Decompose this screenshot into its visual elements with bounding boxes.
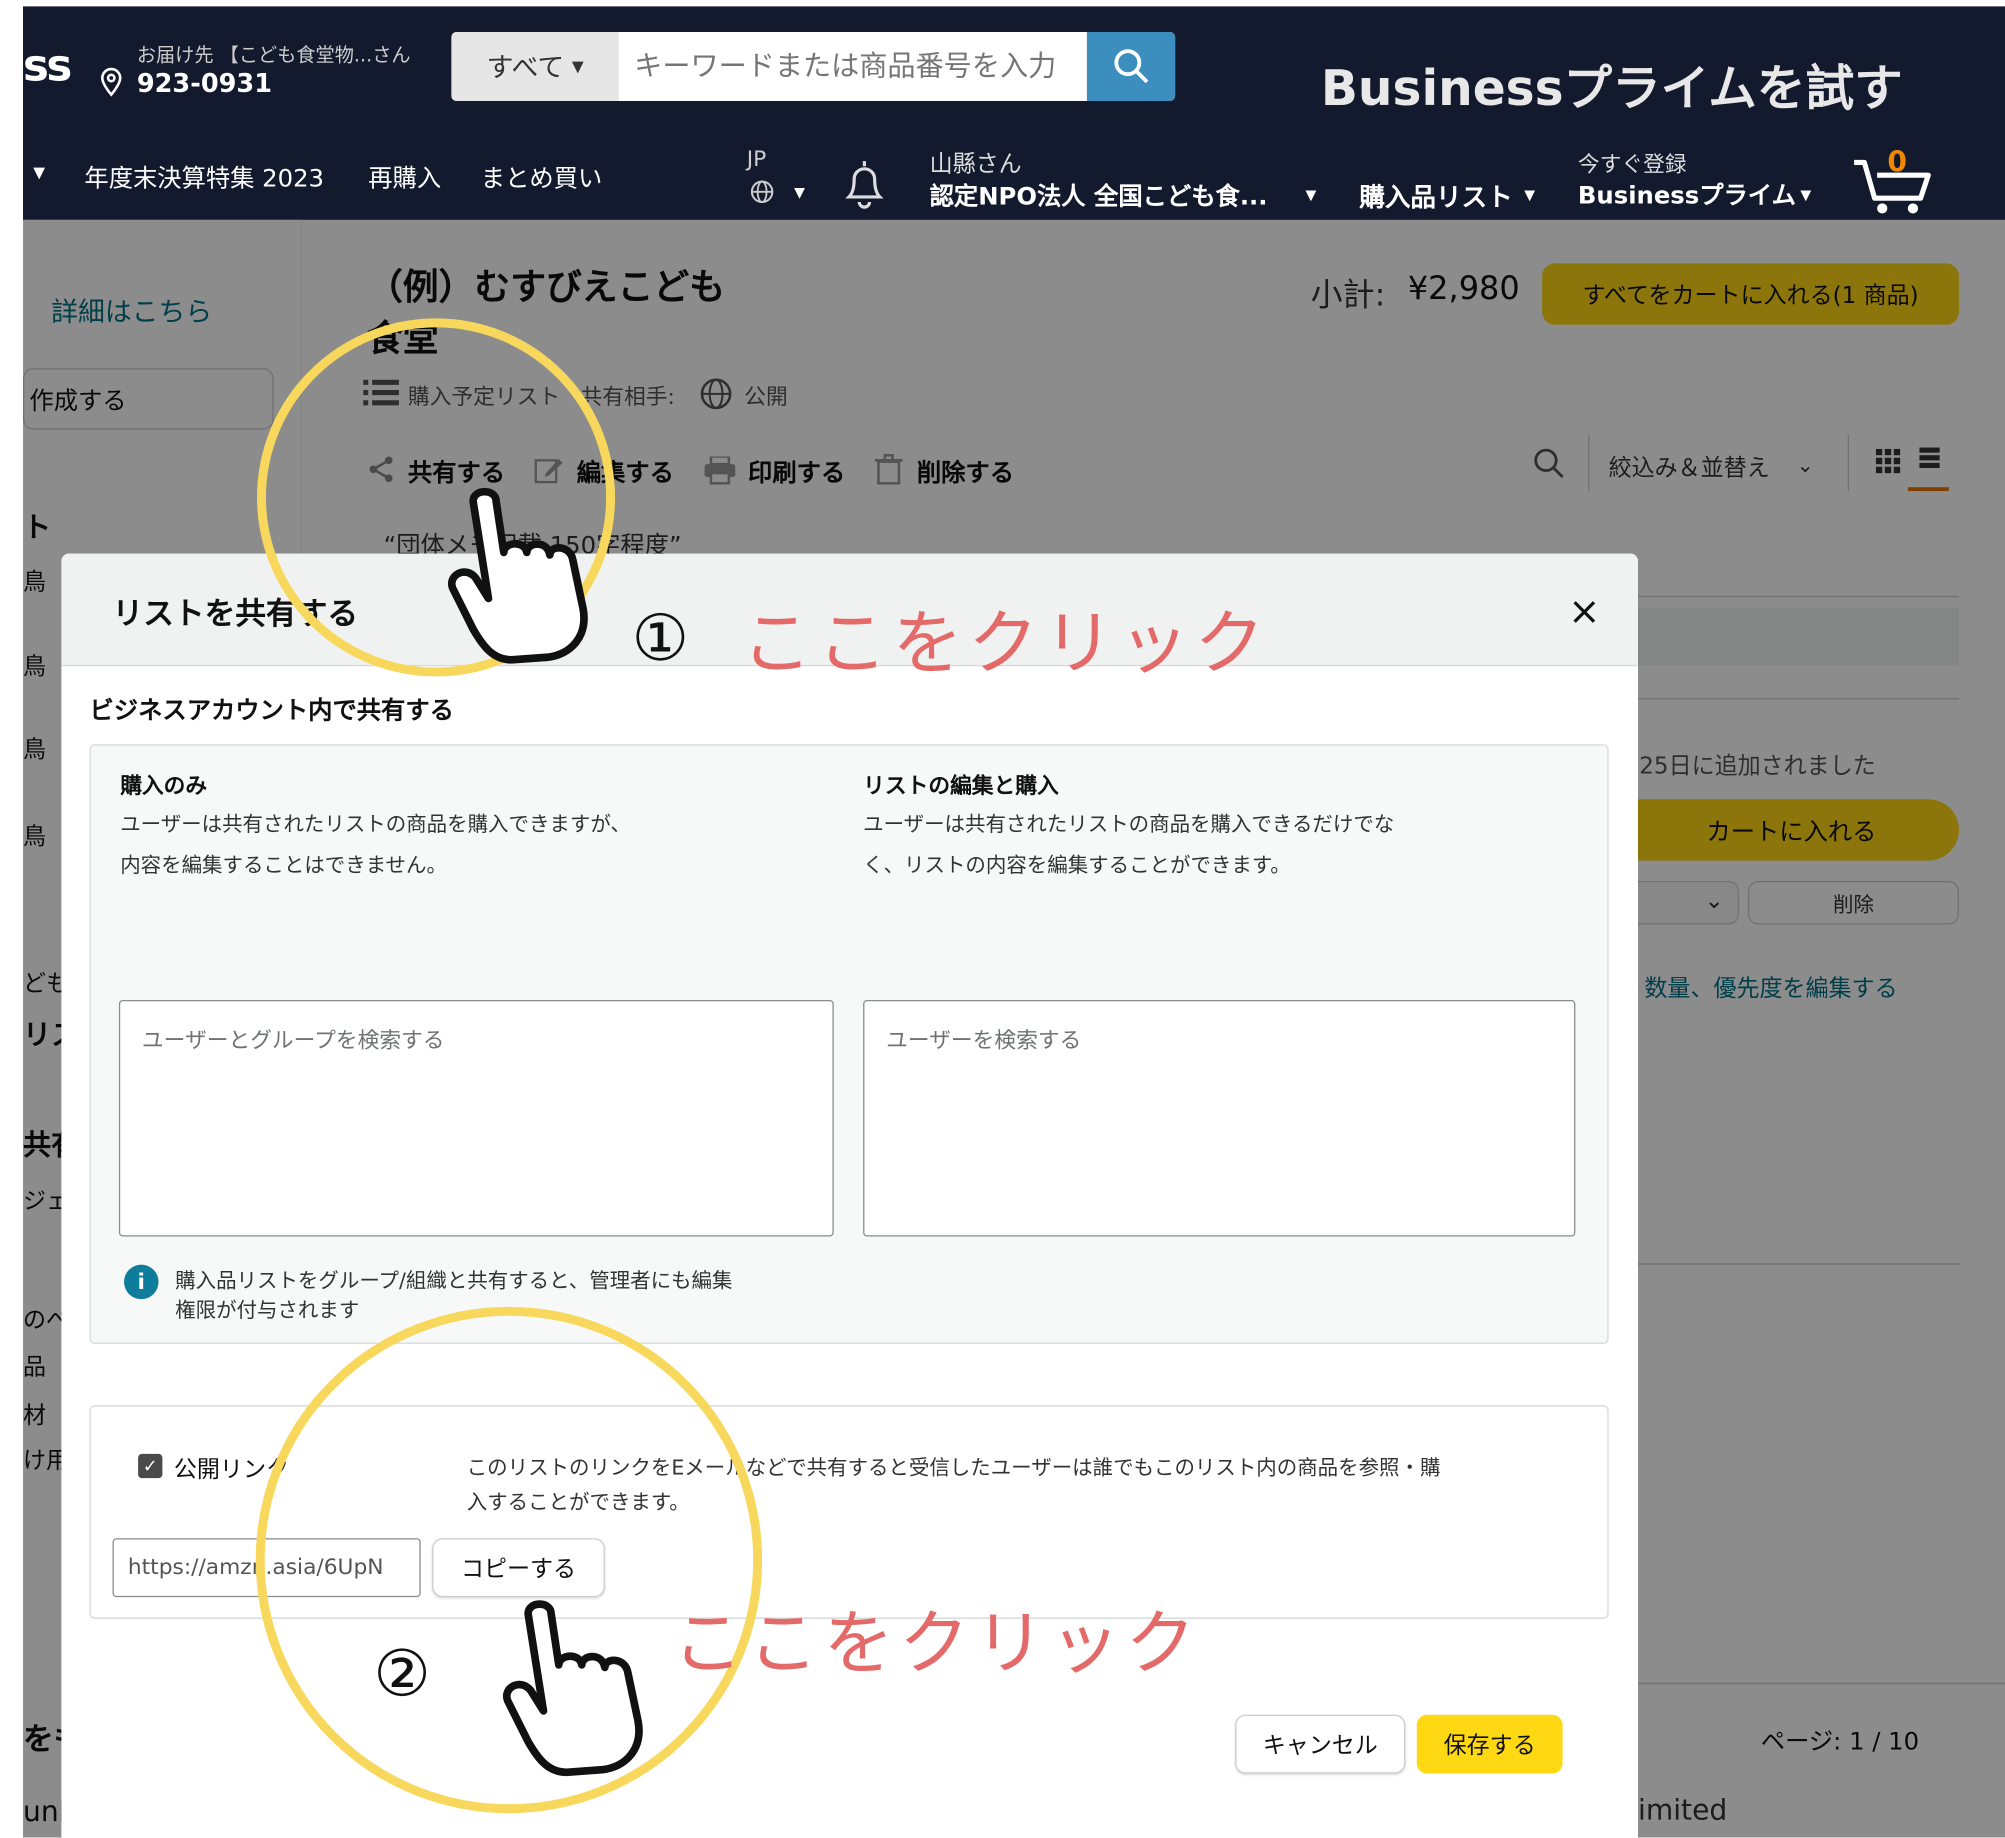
- lists-menu[interactable]: 購入品リスト: [1359, 176, 1512, 213]
- step-1-number: ①: [631, 600, 689, 676]
- search-button[interactable]: [1086, 31, 1176, 102]
- nav-item-year-end-sale[interactable]: 年度末決算特集 2023: [84, 160, 324, 195]
- cancel-button[interactable]: キャンセル: [1235, 1714, 1406, 1774]
- search-bar: すべて ▼: [451, 31, 1176, 102]
- search-input[interactable]: [618, 31, 1087, 102]
- buy-only-desc: ユーザーは共有されたリストの商品を購入できますが、: [120, 811, 631, 837]
- postal-code[interactable]: 923-0931: [137, 68, 272, 99]
- search-icon: [1113, 49, 1148, 84]
- account-greeting[interactable]: 山縣さん: [930, 146, 1022, 179]
- business-prime-banner[interactable]: Businessプライムを試す: [1321, 49, 1903, 119]
- buy-only-desc: 内容を編集することはできません。: [120, 852, 447, 878]
- globe-icon[interactable]: [749, 179, 775, 210]
- chevron-down-icon: ▼: [1800, 186, 1812, 204]
- logo[interactable]: ss: [23, 41, 72, 92]
- pointing-hand-icon: [447, 486, 614, 670]
- info-icon: i: [124, 1264, 159, 1300]
- search-users-field[interactable]: ユーザーを検索する: [863, 999, 1576, 1237]
- chevron-down-icon: ▼: [571, 57, 584, 76]
- search-category-label: すべて: [486, 52, 565, 84]
- language-label[interactable]: JP: [747, 147, 767, 173]
- nav-item-bulk-buy[interactable]: まとめ買い: [481, 160, 602, 195]
- nav-item-rebuy[interactable]: 再購入: [368, 160, 441, 195]
- search-category-select[interactable]: すべて ▼: [451, 31, 619, 102]
- account-name[interactable]: 認定NPO法人 全国こども食...: [930, 178, 1268, 213]
- info-message: 権限が付与されます: [175, 1297, 360, 1323]
- location-pin-icon: [97, 66, 125, 102]
- buy-only-title: 購入のみ: [120, 773, 208, 800]
- chevron-down-icon: ▼: [794, 184, 805, 201]
- search-users-groups-field[interactable]: ユーザーとグループを検索する: [118, 999, 834, 1237]
- step-2-number: ②: [373, 1636, 431, 1711]
- screenshot-stage: ss お届け先 【こども食堂物...さん 923-0931 すべて ▼ Busi…: [0, 0, 2005, 1838]
- save-button[interactable]: 保存する: [1416, 1714, 1563, 1774]
- section-title: ビジネスアカウント内で共有する: [89, 696, 454, 726]
- cart-count: 0: [1887, 147, 1907, 180]
- business-share-panel: 購入のみ ユーザーは共有されたリストの商品を購入できますが、 内容を編集すること…: [89, 744, 1609, 1344]
- bell-icon[interactable]: [839, 156, 890, 215]
- edit-and-buy-desc: く、リストの内容を編集することができます。: [863, 852, 1291, 878]
- chevron-down-icon: ▼: [1524, 186, 1536, 204]
- chevron-down-icon[interactable]: ▼: [33, 164, 45, 182]
- business-prime-menu[interactable]: Businessプライム: [1578, 176, 1796, 211]
- prime-signup-label[interactable]: 今すぐ登録: [1578, 146, 1687, 178]
- info-message: 購入品リストをグループ/組織と共有すると、管理者にも編集: [175, 1268, 733, 1293]
- close-icon[interactable]: ×: [1565, 589, 1603, 634]
- public-link-checkbox[interactable]: ✓: [138, 1453, 163, 1479]
- step-2-label: ここをクリック: [672, 1602, 1201, 1685]
- deliver-to-label[interactable]: お届け先 【こども食堂物...さん: [137, 41, 411, 68]
- step-1-label: ここをクリック: [741, 602, 1270, 685]
- edit-and-buy-title: リストの編集と購入: [863, 773, 1059, 800]
- chevron-down-icon: ▼: [1305, 186, 1317, 204]
- edit-and-buy-desc: ユーザーは共有されたリストの商品を購入できるだけでな: [863, 811, 1395, 837]
- pointing-hand-icon: [502, 1598, 669, 1782]
